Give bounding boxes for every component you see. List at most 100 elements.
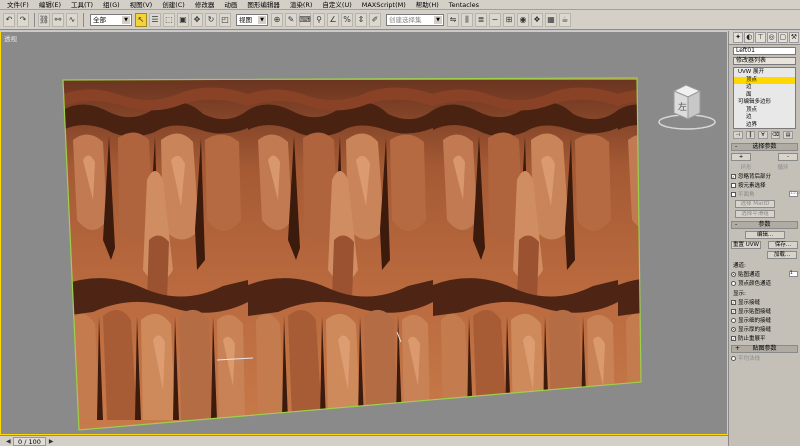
keyboard-shortcut-icon[interactable]: ⌨ bbox=[299, 12, 311, 27]
snap-toggle-icon[interactable]: ⚲ bbox=[313, 12, 325, 27]
selection-filter-dropdown[interactable]: 全部 ▼ bbox=[90, 13, 132, 26]
edit-button[interactable]: 编辑... bbox=[745, 231, 785, 239]
mirror-icon[interactable]: ⇋ bbox=[447, 12, 459, 27]
stack-modifier-item[interactable]: 可编辑多边形 bbox=[734, 99, 795, 107]
menu-item[interactable]: 帮助(H) bbox=[411, 0, 444, 10]
map-channel-radio[interactable] bbox=[731, 271, 736, 277]
show-map-seams-checkbox[interactable]: ✓ bbox=[731, 308, 736, 314]
schematic-view-icon[interactable]: ⊞ bbox=[503, 12, 515, 27]
select-by-element-checkbox[interactable] bbox=[731, 182, 736, 188]
stack-subobject-item[interactable]: 边界 bbox=[734, 122, 795, 130]
menu-item[interactable]: 图形编辑器 bbox=[242, 0, 285, 10]
planar-angle-checkbox[interactable] bbox=[731, 191, 736, 197]
select-object-icon[interactable]: ↖ bbox=[135, 12, 147, 27]
select-by-name-icon[interactable]: ☰ bbox=[149, 12, 161, 27]
menu-item[interactable]: 渲染(R) bbox=[285, 0, 318, 10]
show-end-result-icon[interactable]: ║ bbox=[745, 131, 756, 139]
grow-button[interactable]: + bbox=[731, 153, 751, 161]
remove-modifier-icon[interactable]: ⌫ bbox=[770, 131, 781, 139]
thin-seams-radio[interactable] bbox=[731, 317, 736, 323]
rotate-icon[interactable]: ↻ bbox=[205, 12, 217, 27]
map-channel-spinner[interactable]: 1 bbox=[789, 271, 798, 277]
menu-item[interactable]: 编辑(E) bbox=[34, 0, 66, 10]
menu-item[interactable]: Tentacles bbox=[444, 0, 484, 10]
edit-named-selection-icon[interactable]: ✐ bbox=[369, 12, 381, 27]
named-selection-dropdown[interactable]: 创建选择集 ▼ bbox=[386, 13, 444, 26]
quick-render-icon[interactable]: ☕ bbox=[559, 12, 571, 27]
rollout-header[interactable]: - 参数 bbox=[731, 221, 798, 229]
modify-tab-icon[interactable]: ◐ bbox=[744, 32, 755, 43]
stack-subobject-item[interactable]: 顶点 bbox=[734, 107, 795, 115]
select-smooth-group-button[interactable]: 选择平滑组 bbox=[735, 210, 775, 218]
motion-tab-icon[interactable]: ◎ bbox=[766, 32, 777, 43]
stack-subobject-item[interactable]: 面 bbox=[734, 92, 795, 100]
planar-angle-spinner[interactable]: 15.0 bbox=[789, 191, 800, 197]
stack-subobject-item[interactable]: 边 bbox=[734, 114, 795, 122]
modifier-list-dropdown[interactable]: 修改器列表 bbox=[733, 57, 796, 65]
menu-item[interactable]: 文件(F) bbox=[2, 0, 34, 10]
make-unique-icon[interactable]: ∀ bbox=[758, 131, 768, 139]
shrink-button[interactable]: - bbox=[778, 153, 798, 161]
pivot-center-icon[interactable]: ⊕ bbox=[271, 12, 283, 27]
move-icon[interactable]: ✥ bbox=[191, 12, 203, 27]
vertex-color-radio[interactable] bbox=[731, 280, 736, 286]
load-button[interactable]: 加载... bbox=[767, 251, 797, 259]
select-matid-button[interactable]: 选择 MatID bbox=[735, 200, 775, 208]
configure-sets-icon[interactable]: ▤ bbox=[783, 131, 793, 139]
select-manipulate-icon[interactable]: ✎ bbox=[285, 12, 297, 27]
unlink-icon[interactable]: ⚯ bbox=[52, 12, 64, 27]
menu-item[interactable]: 修改器 bbox=[190, 0, 220, 10]
curve-editor-icon[interactable]: ∽ bbox=[489, 12, 501, 27]
angle-snap-icon[interactable]: ∠ bbox=[327, 12, 339, 27]
link-icon[interactable]: ⛓ bbox=[38, 12, 50, 27]
region-select-icon[interactable]: ⬚ bbox=[163, 12, 175, 27]
reference-coord-dropdown[interactable]: 视图 ▼ bbox=[236, 13, 268, 26]
display-tab-icon[interactable]: ▢ bbox=[777, 32, 788, 43]
scale-icon[interactable]: ◰ bbox=[219, 12, 231, 27]
render-setup-icon[interactable]: ❖ bbox=[531, 12, 543, 27]
prevent-reflatten-checkbox[interactable]: ✓ bbox=[731, 335, 736, 341]
stack-modifier-item[interactable]: UVW 展开 bbox=[734, 69, 795, 77]
chevron-left-icon[interactable]: ◀ bbox=[6, 438, 13, 445]
show-seams-checkbox[interactable]: ✓ bbox=[731, 299, 736, 305]
menu-item[interactable]: 自定义(U) bbox=[317, 0, 356, 10]
ignore-backface-checkbox[interactable]: ✓ bbox=[731, 173, 736, 179]
modifier-stack[interactable]: UVW 展开 顶点边面可编辑多边形 顶点边边界 bbox=[733, 67, 796, 129]
viewcube-face-label[interactable]: 左 bbox=[678, 100, 687, 113]
loop-button[interactable]: 循环 bbox=[768, 163, 798, 171]
percent-snap-icon[interactable]: % bbox=[341, 12, 353, 27]
save-button[interactable]: 保存... bbox=[768, 241, 798, 249]
thick-seams-radio[interactable] bbox=[731, 326, 736, 332]
hierarchy-tab-icon[interactable]: ⊤ bbox=[755, 32, 766, 43]
menu-item[interactable]: MAXScript(M) bbox=[357, 0, 411, 10]
stack-subobject-item[interactable]: 顶点 bbox=[734, 76, 795, 84]
align-icon[interactable]: ⫼ bbox=[461, 12, 473, 27]
spinner-snap-icon[interactable]: ⇕ bbox=[355, 12, 367, 27]
window-crossing-icon[interactable]: ▣ bbox=[177, 12, 189, 27]
rollout-header[interactable]: + 贴图参数 bbox=[731, 345, 798, 353]
perspective-viewport[interactable]: 透视 左 bbox=[0, 31, 728, 435]
viewcube[interactable]: 左 bbox=[656, 65, 718, 133]
utilities-tab-icon[interactable]: ⚒ bbox=[788, 32, 800, 43]
material-editor-icon[interactable]: ◉ bbox=[517, 12, 529, 27]
object-name-field[interactable]: Left01 bbox=[733, 47, 796, 55]
create-tab-icon[interactable]: ✦ bbox=[733, 32, 744, 43]
render-frame-icon[interactable]: ▦ bbox=[545, 12, 557, 27]
smooth-edge-radio[interactable] bbox=[731, 355, 736, 361]
stack-subobject-item[interactable]: 边 bbox=[734, 84, 795, 92]
pin-stack-icon[interactable]: ⊣ bbox=[733, 131, 743, 139]
ring-button[interactable]: 环形 bbox=[731, 163, 761, 171]
menu-item[interactable]: 创建(C) bbox=[157, 0, 190, 10]
menu-item[interactable]: 动画 bbox=[219, 0, 242, 10]
menu-item[interactable]: 组(G) bbox=[98, 0, 125, 10]
menu-item[interactable]: 视图(V) bbox=[125, 0, 158, 10]
layer-manager-icon[interactable]: ≣ bbox=[475, 12, 487, 27]
reset-uvw-button[interactable]: 重置 UVW bbox=[731, 241, 761, 249]
textured-plane[interactable] bbox=[1, 32, 728, 435]
rollout-header[interactable]: - 选择参数 bbox=[731, 143, 798, 151]
redo-icon[interactable]: ↷ bbox=[17, 12, 29, 27]
frame-counter[interactable]: 0 / 100 bbox=[13, 436, 46, 446]
bind-space-warp-icon[interactable]: ∿ bbox=[66, 12, 78, 27]
chevron-right-icon[interactable]: ▶ bbox=[49, 438, 56, 445]
undo-icon[interactable]: ↶ bbox=[3, 12, 15, 27]
